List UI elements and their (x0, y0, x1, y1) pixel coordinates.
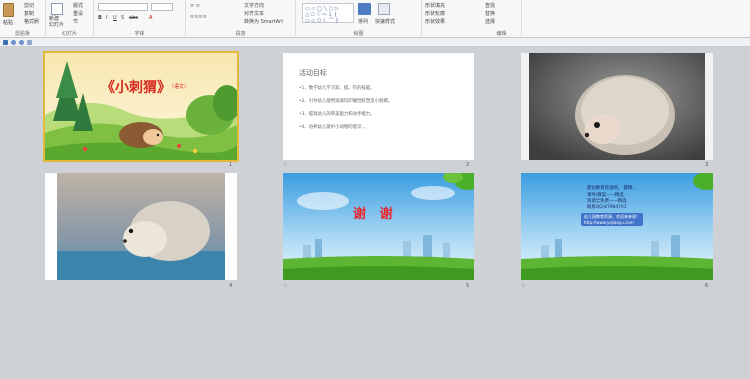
paste-button[interactable]: 粘贴 (3, 19, 13, 26)
slide-number-2: 2 (466, 162, 470, 168)
arrange-icon[interactable] (358, 3, 371, 15)
slide-1-title: 《小刺猬》 (101, 80, 171, 96)
quick-styles-button[interactable]: 快速样式 (375, 18, 395, 25)
find-button[interactable]: 查找 (485, 2, 495, 9)
italic-icon[interactable]: I (106, 15, 107, 21)
bullets-icon[interactable]: ≡ ≡ (190, 3, 200, 9)
reset-button[interactable]: 重设 (73, 10, 83, 17)
redo-icon[interactable] (19, 40, 24, 45)
slide-1-tag: （语文） (169, 84, 190, 90)
font-group-label: 字体 (134, 31, 145, 37)
bold-icon[interactable]: B (98, 15, 102, 21)
shape-effects-button[interactable]: 形状效果 (425, 18, 445, 25)
slide-2-heading: 活动目标 (299, 69, 327, 77)
align-icon[interactable]: ≡≡≡≡ (190, 14, 207, 20)
slide-6-transition-icon[interactable]: ☆ (521, 283, 525, 289)
slide-2-item-4: •4、培养幼儿爱护小动物的意识 。 (299, 125, 368, 130)
slide-4-hedgehog-photo (57, 173, 225, 280)
font-group: B I U S abc A 字体 (94, 0, 186, 38)
slides-group-label: 幻灯片 (61, 31, 77, 37)
slide-5-thanks-text: 谢 谢 (353, 207, 393, 222)
slide-1-illustration (45, 53, 237, 160)
layout-button[interactable]: 版式 (73, 2, 83, 9)
shape-outline-button[interactable]: 形状轮廓 (425, 10, 445, 17)
smartart-button[interactable]: 转换为 SmartArt (244, 18, 283, 25)
replace-button[interactable]: 替换 (485, 10, 495, 17)
slide-thumbnail-1[interactable]: 《小刺猬》 （语文） (43, 51, 239, 162)
cut-button[interactable]: 剪切 (24, 2, 34, 9)
underline-icon[interactable]: U (113, 15, 117, 21)
ribbon: 粘贴 剪切 复制 格式刷 剪贴板 新建 幻灯片 版式 重设 节 幻灯片 B I … (0, 0, 750, 38)
shadow-icon[interactable]: S (121, 15, 124, 21)
arrange-button[interactable]: 排列 (358, 18, 368, 25)
format-painter-button[interactable]: 格式刷 (24, 18, 39, 25)
slide-6-info-box: 幼儿园教育资源，欢迎来参观！ http://www.yejiaoyu.com (581, 213, 643, 226)
undo-icon[interactable] (11, 40, 16, 45)
slide-3-hedgehog-photo (529, 53, 705, 160)
slide-2-item-1: •1、数学幼儿学习双、摆、钓的技能。 (299, 86, 375, 91)
font-name-select[interactable] (98, 3, 148, 11)
slide-thumbnail-2[interactable]: 活动目标 •1、数学幼儿学习双、摆、钓的技能。 •2、引导幼儿使用滚滚玩印碾刮胶… (283, 53, 474, 160)
slide-number-1: 1 (229, 162, 233, 168)
slide-number-3: 3 (705, 162, 709, 168)
slide-5-background (283, 173, 474, 280)
align-text-button[interactable]: 对齐文本 (244, 10, 264, 17)
slides-group: 新建 幻灯片 版式 重设 节 幻灯片 (46, 0, 94, 38)
strikethrough-icon[interactable]: abc (129, 15, 138, 21)
slide-6-line-4: 联系QQ:87984701 (587, 205, 627, 210)
clipboard-group: 粘贴 剪切 复制 格式刷 剪贴板 (0, 0, 46, 38)
quick-styles-icon[interactable] (378, 3, 390, 15)
select-button[interactable]: 选择 (485, 18, 495, 25)
font-size-select[interactable] (151, 3, 173, 11)
quick-access-toolbar (0, 38, 750, 47)
copy-button[interactable]: 复制 (24, 10, 34, 17)
clipboard-group-label: 剪贴板 (14, 31, 30, 37)
slide-sorter: 《小刺猬》 （语文） 1 活动目标 •1、数学幼儿学习双、摆、钓的技能。 •2、… (0, 47, 750, 379)
drawing-format-group: 形状填充 形状轮廓 形状效果 (422, 0, 482, 38)
slide-thumbnail-6[interactable]: 婴幼教育资源网， 最精... 课件/教案——精选 资源全免费——精选 联系QQ:… (521, 173, 713, 280)
text-direction-button[interactable]: 文字方向 (244, 2, 264, 9)
slide-thumbnail-4[interactable] (45, 173, 237, 280)
font-color-icon[interactable]: A (149, 15, 152, 21)
slide-number-4: 4 (229, 283, 233, 289)
shape-fill-button[interactable]: 形状填充 (425, 2, 445, 9)
slide-6-box-line-2: http://www.yejiaoyu.com (584, 220, 634, 225)
section-button[interactable]: 节 (73, 18, 78, 25)
slide-number-6: 6 (705, 283, 709, 289)
paragraph-group: ≡ ≡ ≡≡≡≡ 文字方向 对齐文本 转换为 SmartArt 段落 (186, 0, 296, 38)
drawing-group: ▭ ▱ ◯ ╲ ▢ ▷ △ ⬠ ☆ ⇨ ⇩ {▭ ◇ ⬡ ☾ ⌒ } 排列 快速样… (296, 0, 422, 38)
slide-6-line-1: 婴幼教育资源网， 最精... (587, 186, 637, 191)
new-slide-button[interactable]: 新建 幻灯片 (49, 16, 64, 28)
slide-number-5: 5 (466, 283, 470, 289)
customize-toolbar-icon[interactable] (27, 40, 32, 45)
slide-2-item-3: •3、提高幼儿的审美能力和动手能力。 (299, 112, 375, 117)
save-icon[interactable] (3, 40, 8, 45)
paste-icon[interactable] (3, 3, 14, 17)
slide-5-transition-icon[interactable]: ☆ (283, 283, 287, 289)
drawing-group-label: 绘图 (353, 31, 364, 37)
slide-thumbnail-5[interactable]: 谢 谢 (283, 173, 474, 280)
slide-2-transition-icon[interactable]: ☆ (283, 162, 287, 168)
new-slide-icon[interactable] (51, 3, 63, 15)
slide-thumbnail-3[interactable] (521, 53, 713, 160)
shapes-gallery[interactable]: ▭ ▱ ◯ ╲ ▢ ▷ △ ⬠ ☆ ⇨ ⇩ {▭ ◇ ⬡ ☾ ⌒ } (302, 3, 354, 24)
slide-2-item-2: •2、引导幼儿使用滚滚玩印碾刮胶塑造小刺猬。 (299, 99, 393, 104)
paragraph-group-label: 段落 (235, 31, 246, 37)
editing-group: 查找 替换 选择 编辑 (482, 0, 522, 38)
editing-group-label: 编辑 (496, 31, 507, 37)
